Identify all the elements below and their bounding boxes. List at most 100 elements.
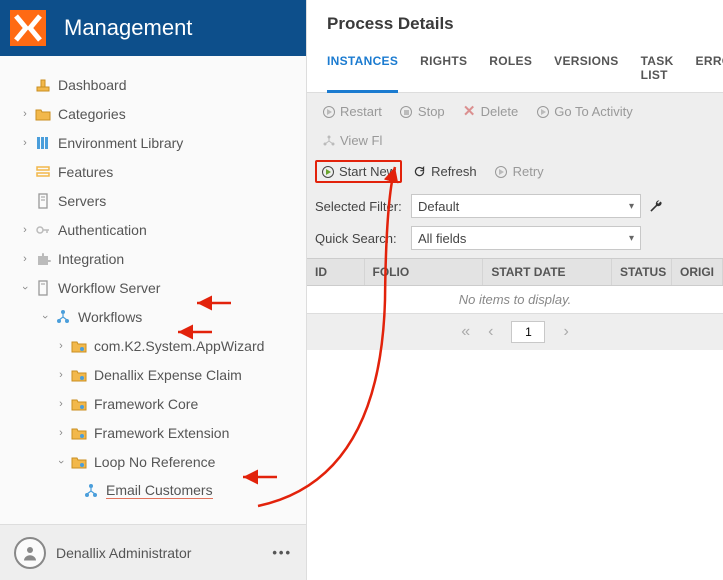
chevron-right-icon[interactable]: ›	[54, 427, 68, 439]
col-start[interactable]: START DATE	[483, 259, 612, 285]
toolbar: Restart Stop ✕Delete Go To Activity View…	[307, 93, 723, 258]
folder-wf-icon	[70, 366, 88, 384]
chevron-right-icon[interactable]: ›	[18, 137, 32, 149]
play-icon	[322, 105, 335, 118]
sidebar-label: com.K2.System.AppWizard	[94, 338, 264, 354]
tab-instances[interactable]: INSTANCES	[327, 54, 398, 93]
folder-wf-icon	[70, 395, 88, 413]
more-icon[interactable]: •••	[272, 545, 292, 560]
col-folio[interactable]: FOLIO	[365, 259, 484, 285]
sidebar-item-workflows[interactable]: › Workflows	[0, 302, 306, 331]
sidebar-item-wf[interactable]: › Framework Extension	[0, 418, 306, 447]
sidebar-item-categories[interactable]: › Categories	[0, 99, 306, 128]
chevron-down-icon[interactable]: ›	[19, 281, 31, 295]
sidebar-item-authentication[interactable]: › Authentication	[0, 215, 306, 244]
chevron-down-icon[interactable]: ›	[55, 455, 67, 469]
sidebar-item-wf-loop[interactable]: › Loop No Reference	[0, 447, 306, 476]
sidebar-item-wf[interactable]: › Framework Core	[0, 389, 306, 418]
user-name: Denallix Administrator	[56, 545, 272, 561]
page-title: Process Details	[327, 14, 703, 34]
sidebar-item-email-customers[interactable]: Email Customers	[0, 476, 306, 505]
sidebar-label: Loop No Reference	[94, 454, 215, 470]
restart-button[interactable]: Restart	[315, 99, 389, 124]
server-icon	[34, 192, 52, 210]
key-icon	[34, 221, 52, 239]
tabs: INSTANCES RIGHTS ROLES VERSIONS TASK LIS…	[307, 34, 723, 93]
sidebar-item-dashboard[interactable]: Dashboard	[0, 70, 306, 99]
sidebar-label: Dashboard	[58, 77, 127, 93]
x-icon: ✕	[463, 105, 476, 118]
sidebar-label: Framework Extension	[94, 425, 229, 441]
filter-select[interactable]: Default▾	[411, 194, 641, 218]
folder-wf-icon	[70, 337, 88, 355]
sidebar-label: Workflow Server	[58, 280, 160, 296]
tab-rights[interactable]: RIGHTS	[420, 54, 467, 92]
sidebar-label: Categories	[58, 106, 126, 122]
tab-roles[interactable]: ROLES	[489, 54, 532, 92]
sidebar-item-env-library[interactable]: › Environment Library	[0, 128, 306, 157]
refresh-icon	[413, 165, 426, 178]
chevron-right-icon[interactable]: ›	[18, 253, 32, 265]
grid-header: ID FOLIO START DATE STATUS ORIGI	[307, 258, 723, 286]
library-icon	[34, 134, 52, 152]
chevron-down-icon[interactable]: ›	[39, 310, 51, 324]
pager-prev-icon[interactable]: ‹	[488, 323, 493, 341]
col-origin[interactable]: ORIGI	[672, 259, 723, 285]
server-icon	[34, 279, 52, 297]
puzzle-icon	[34, 250, 52, 268]
play-icon	[536, 105, 549, 118]
search-label: Quick Search:	[315, 231, 405, 246]
chevron-right-icon[interactable]: ›	[54, 340, 68, 352]
chevron-down-icon: ▾	[629, 201, 634, 212]
nav-tree: Dashboard › Categories › Environment Lib…	[0, 56, 306, 524]
pager-first-icon[interactable]: «	[461, 323, 470, 341]
view-flow-button[interactable]: View Fl	[315, 128, 389, 153]
workflow-icon	[54, 308, 72, 326]
sidebar-label: Denallix Expense Claim	[94, 367, 242, 383]
sidebar-label: Environment Library	[58, 135, 183, 151]
pager-next-icon[interactable]: ›	[563, 323, 568, 341]
stop-icon	[400, 105, 413, 118]
chevron-right-icon[interactable]: ›	[18, 108, 32, 120]
dashboard-icon	[34, 76, 52, 94]
sidebar-item-wf[interactable]: › Denallix Expense Claim	[0, 360, 306, 389]
sidebar-item-workflow-server[interactable]: › Workflow Server	[0, 273, 306, 302]
goto-activity-button[interactable]: Go To Activity	[529, 99, 640, 124]
refresh-button[interactable]: Refresh	[406, 159, 484, 184]
sidebar-header: Management	[0, 0, 306, 56]
col-status[interactable]: STATUS	[612, 259, 672, 285]
filter-label: Selected Filter:	[315, 199, 405, 214]
search-field-select[interactable]: All fields▾	[411, 226, 641, 250]
grid-empty: No items to display.	[307, 286, 723, 314]
retry-button[interactable]: Retry	[488, 159, 551, 184]
sidebar-label: Authentication	[58, 222, 147, 238]
chevron-right-icon[interactable]: ›	[18, 224, 32, 236]
sidebar-label: Features	[58, 164, 113, 180]
tab-tasklist[interactable]: TASK LIST	[641, 54, 674, 92]
col-id[interactable]: ID	[307, 259, 365, 285]
stop-button[interactable]: Stop	[393, 99, 452, 124]
user-bar: Denallix Administrator •••	[0, 524, 306, 580]
sidebar-item-features[interactable]: Features	[0, 157, 306, 186]
avatar-icon	[14, 537, 46, 569]
sidebar-item-servers[interactable]: Servers	[0, 186, 306, 215]
main-panel: Process Details INSTANCES RIGHTS ROLES V…	[307, 0, 723, 580]
delete-button[interactable]: ✕Delete	[456, 99, 526, 124]
app-title: Management	[64, 15, 192, 41]
sidebar-item-wf[interactable]: › com.K2.System.AppWizard	[0, 331, 306, 360]
workflow-icon	[82, 482, 100, 500]
sidebar-label: Framework Core	[94, 396, 198, 412]
features-icon	[34, 163, 52, 181]
flow-icon	[322, 134, 335, 147]
folder-wf-icon	[70, 424, 88, 442]
tab-errors[interactable]: ERRO	[696, 54, 723, 92]
play-icon	[495, 165, 508, 178]
chevron-right-icon[interactable]: ›	[54, 369, 68, 381]
wrench-icon[interactable]	[647, 197, 665, 215]
pager-page-input[interactable]	[511, 321, 545, 343]
pager: « ‹ ›	[307, 314, 723, 350]
chevron-right-icon[interactable]: ›	[54, 398, 68, 410]
sidebar-item-integration[interactable]: › Integration	[0, 244, 306, 273]
tab-versions[interactable]: VERSIONS	[554, 54, 618, 92]
start-new-button[interactable]: Start New	[315, 160, 402, 183]
